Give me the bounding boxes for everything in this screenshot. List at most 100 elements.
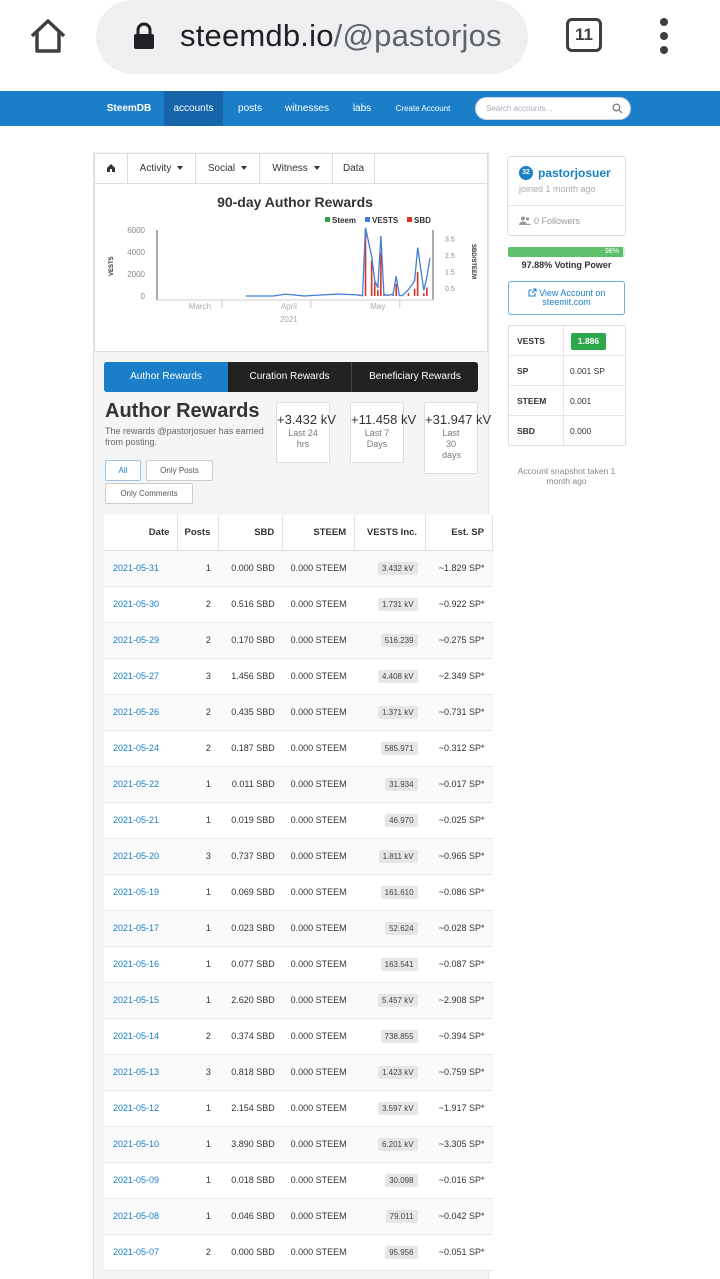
brand-link[interactable]: SteemDB xyxy=(100,91,158,126)
filter-only-posts-button[interactable]: Only Posts xyxy=(146,460,213,481)
stat-24h: +3.432 kV Last 24 hrs xyxy=(276,402,336,463)
column-header[interactable]: Posts xyxy=(177,515,220,551)
tab-switcher-button[interactable]: 11 xyxy=(566,18,602,52)
y-tick-label: 4000 xyxy=(127,248,145,257)
activity-dropdown[interactable]: Activity xyxy=(128,154,196,184)
sbd-bar xyxy=(426,287,428,296)
tab-author-rewards[interactable]: Author Rewards xyxy=(104,362,228,392)
row-est-sp: ~0.965 SP* xyxy=(425,838,493,875)
column-header[interactable]: SBD xyxy=(218,515,284,551)
row-date-link[interactable]: 2021-05-29 xyxy=(104,622,178,659)
row-est-sp: ~0.759 SP* xyxy=(425,1054,493,1091)
row-sbd: 0.077 SBD xyxy=(218,946,283,983)
search-icon[interactable] xyxy=(612,103,623,114)
row-date-link[interactable]: 2021-05-13 xyxy=(104,1054,178,1091)
nav-create-account[interactable]: Create Account xyxy=(388,91,458,126)
row-sbd: 0.818 SBD xyxy=(218,1054,283,1091)
section-title: Author Rewards xyxy=(105,400,260,422)
balance-key: SP xyxy=(517,366,529,376)
column-header[interactable]: Date xyxy=(104,515,179,551)
row-vests: 6.201 kV xyxy=(354,1126,426,1163)
column-header[interactable]: VESTS Inc. xyxy=(354,515,427,551)
home-icon[interactable] xyxy=(28,16,68,56)
row-date-link[interactable]: 2021-05-19 xyxy=(104,874,178,911)
row-date-link[interactable]: 2021-05-10 xyxy=(104,1126,178,1163)
browser-toolbar: steemdb.io/@pastorjos 11 xyxy=(0,0,720,91)
chevron-down-icon xyxy=(177,166,184,171)
reward-tabs: Author Rewards Curation Rewards Benefici… xyxy=(104,362,478,392)
tab-curation-rewards[interactable]: Curation Rewards xyxy=(228,362,352,392)
row-date-link[interactable]: 2021-05-26 xyxy=(104,694,178,731)
search-input[interactable]: Search accounts... xyxy=(475,97,631,120)
row-date-link[interactable]: 2021-05-22 xyxy=(104,766,178,803)
row-date-link[interactable]: 2021-05-20 xyxy=(104,838,178,875)
table-row: 2021-05-20 3 0.737 SBD 0.000 STEEM 1.811 kV ~… xyxy=(104,838,493,875)
nav-witnesses[interactable]: witnesses xyxy=(279,91,335,126)
chart-card: Activity Social Witness Data 90-day Auth… xyxy=(94,153,488,352)
home-tab[interactable] xyxy=(95,154,128,184)
y2-axis-title: SBD/STEEM xyxy=(470,244,476,279)
row-sbd: 0.435 SBD xyxy=(218,694,283,731)
filter-all-button[interactable]: All xyxy=(105,460,141,481)
overflow-menu-icon[interactable] xyxy=(654,16,674,56)
filter-only-comments-button[interactable]: Only Comments xyxy=(105,483,193,504)
row-date-link[interactable]: 2021-05-12 xyxy=(104,1090,178,1127)
social-dropdown[interactable]: Social xyxy=(196,154,260,184)
sbd-bar xyxy=(392,294,394,296)
row-date-link[interactable]: 2021-05-14 xyxy=(104,1018,178,1055)
column-header[interactable]: STEEM xyxy=(282,515,356,551)
row-steem: 0.000 STEEM xyxy=(282,946,355,983)
row-est-sp: ~0.017 SP* xyxy=(425,766,493,803)
house-icon xyxy=(107,164,115,173)
row-date-link[interactable]: 2021-05-30 xyxy=(104,586,178,623)
nav-labs[interactable]: labs xyxy=(344,91,380,126)
followers-link[interactable]: 0 Followers xyxy=(519,216,580,226)
vests-pill: 1.423 kV xyxy=(377,1065,418,1079)
row-date-link[interactable]: 2021-05-21 xyxy=(104,802,178,839)
url-text[interactable]: steemdb.io/@pastorjos xyxy=(180,14,510,58)
sbd-bar xyxy=(395,283,397,296)
row-posts: 1 xyxy=(177,802,219,839)
row-posts: 1 xyxy=(177,1162,219,1199)
row-steem: 0.000 STEEM xyxy=(282,802,355,839)
row-steem: 0.000 STEEM xyxy=(282,766,355,803)
row-date-link[interactable]: 2021-05-27 xyxy=(104,658,178,695)
chart-title: 90-day Author Rewards xyxy=(217,194,373,210)
vests-pill: 46.970 xyxy=(385,813,418,827)
vests-pill: 585.971 xyxy=(380,741,418,755)
row-posts: 1 xyxy=(177,550,219,587)
row-sbd: 0.000 SBD xyxy=(218,550,283,587)
balance-row-vests: VESTS 1.886 xyxy=(509,326,625,356)
row-date-link[interactable]: 2021-05-07 xyxy=(104,1234,178,1271)
row-date-link[interactable]: 2021-05-24 xyxy=(104,730,178,767)
vests-pill: 163.541 xyxy=(380,957,418,971)
vests-pill: 95.956 xyxy=(385,1245,418,1259)
data-tab[interactable]: Data xyxy=(333,154,375,184)
vests-pill: 31.934 xyxy=(385,777,418,791)
balance-key: SBD xyxy=(517,426,535,436)
column-header[interactable]: Est. SP xyxy=(425,515,493,551)
tab-beneficiary-rewards[interactable]: Beneficiary Rewards xyxy=(352,362,478,392)
row-date-link[interactable]: 2021-05-08 xyxy=(104,1198,178,1235)
row-date-link[interactable]: 2021-05-17 xyxy=(104,910,178,947)
row-vests: 516.239 xyxy=(354,622,426,659)
nav-accounts[interactable]: accounts xyxy=(164,91,223,126)
witness-dropdown[interactable]: Witness xyxy=(260,154,333,184)
profile-name[interactable]: pastorjosuer xyxy=(538,166,611,180)
view-on-steemit-button[interactable]: View Account on steemit.com xyxy=(508,281,625,315)
nav-posts[interactable]: posts xyxy=(230,91,270,126)
row-date-link[interactable]: 2021-05-16 xyxy=(104,946,178,983)
row-vests: 3.597 kV xyxy=(354,1090,426,1127)
row-est-sp: ~0.731 SP* xyxy=(425,694,493,731)
row-date-link[interactable]: 2021-05-15 xyxy=(104,982,178,1019)
row-date-link[interactable]: 2021-05-09 xyxy=(104,1162,178,1199)
vests-pill: 3.432 kV xyxy=(377,561,418,575)
row-sbd: 0.737 SBD xyxy=(218,838,283,875)
row-posts: 2 xyxy=(177,586,219,623)
table-row: 2021-05-24 2 0.187 SBD 0.000 STEEM 585.971 ~0… xyxy=(104,730,493,767)
row-vests: 46.970 xyxy=(354,802,426,839)
row-sbd: 0.516 SBD xyxy=(218,586,283,623)
row-vests: 585.971 xyxy=(354,730,426,767)
row-date-link[interactable]: 2021-05-31 xyxy=(104,550,178,587)
row-vests: 163.541 xyxy=(354,946,426,983)
